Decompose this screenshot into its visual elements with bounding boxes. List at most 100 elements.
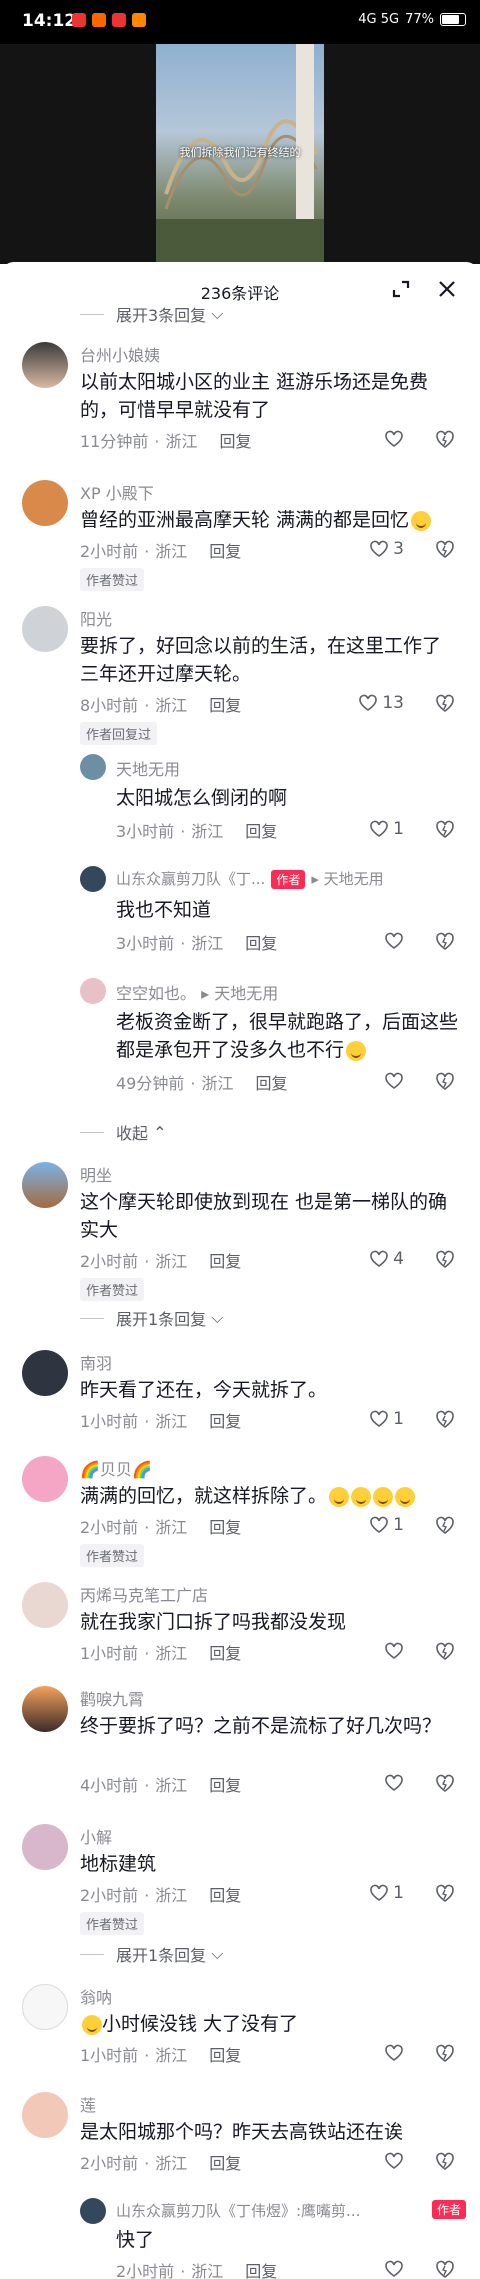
comment-username[interactable]: 阳光 (80, 606, 112, 630)
like-button[interactable] (340, 2258, 404, 2279)
reply-button[interactable]: 回复 (255, 1074, 287, 1093)
dislike-heart-icon[interactable] (434, 1772, 456, 1794)
video-player[interactable]: 我们拆除我们记有终结的 (0, 44, 480, 264)
like-button[interactable]: 1 (340, 1514, 404, 1536)
avatar[interactable] (22, 1824, 68, 1870)
like-button[interactable] (340, 428, 404, 450)
like-button[interactable] (340, 2042, 404, 2064)
dislike-heart-icon[interactable] (434, 692, 456, 714)
like-button[interactable]: 1 (340, 818, 404, 840)
reply-button[interactable]: 回复 (209, 1644, 241, 1663)
video-thumbnail[interactable]: 我们拆除我们记有终结的 (156, 44, 324, 264)
avatar[interactable] (22, 2092, 68, 2138)
dislike-heart-icon[interactable] (434, 1882, 456, 1904)
reply-item: 山东众赢剪刀队《丁... 作者 ▸ 天地无用 我也不知道 3小时前 · 浙江 回复 (0, 866, 480, 966)
reply-button[interactable]: 回复 (209, 1252, 241, 1271)
like-button[interactable] (340, 930, 404, 952)
like-button[interactable] (340, 1640, 404, 1662)
like-button[interactable]: 1 (340, 1882, 404, 1904)
avatar[interactable] (22, 342, 68, 388)
dislike-heart-icon[interactable] (434, 1070, 456, 1092)
dislike-heart-icon[interactable] (434, 818, 456, 840)
comment-username[interactable]: 丙烯马克笔工广店 (80, 1582, 208, 1606)
reply-button[interactable]: 回复 (209, 696, 241, 715)
comment-meta: 1小时前 · 浙江 回复 (80, 1644, 242, 1663)
expand-icon[interactable] (390, 278, 412, 300)
comment-username[interactable]: 鹳唳九霄 (80, 1686, 144, 1710)
app-notification-icon (72, 13, 86, 27)
laugh-emoji-icon (351, 1486, 372, 1507)
avatar[interactable] (22, 1582, 68, 1628)
expand-replies-button[interactable]: 展开3条回复 ⌵ (80, 302, 223, 326)
dislike-heart-icon[interactable] (434, 1514, 456, 1536)
like-count: 13 (382, 693, 404, 713)
dislike-heart-icon[interactable] (434, 2258, 456, 2279)
dislike-heart-icon[interactable] (434, 930, 456, 952)
avatar[interactable] (22, 606, 68, 652)
heart-icon (370, 540, 388, 557)
comment-meta: 8小时前 · 浙江 回复 (80, 696, 242, 715)
comment-username[interactable]: 🌈贝贝🌈 (80, 1456, 152, 1480)
avatar[interactable] (22, 1456, 68, 1502)
dislike-heart-icon[interactable] (434, 1248, 456, 1270)
reply-button[interactable]: 回复 (245, 822, 277, 841)
like-button[interactable]: 3 (340, 538, 404, 560)
app-notification-icon (92, 13, 106, 27)
reply-button[interactable]: 回复 (209, 1886, 241, 1905)
reply-button[interactable]: 回复 (209, 2154, 241, 2173)
reply-button[interactable]: 回复 (245, 934, 277, 953)
reply-button[interactable]: 回复 (209, 2046, 241, 2065)
dislike-heart-icon[interactable] (434, 2150, 456, 2172)
comment-username[interactable]: 小解 (80, 1824, 112, 1848)
avatar[interactable] (22, 1350, 68, 1396)
rainbow-icon: 🌈 (131, 1460, 152, 1479)
reply-button[interactable]: 回复 (209, 542, 241, 561)
reply-target-arrow-icon: ▸ (201, 984, 215, 1003)
avatar[interactable] (22, 1984, 68, 2030)
dislike-heart-icon[interactable] (434, 428, 456, 450)
dislike-heart-icon[interactable] (434, 2042, 456, 2064)
dislike-heart-icon[interactable] (434, 1640, 456, 1662)
like-button[interactable]: 1 (340, 1408, 404, 1430)
reply-username[interactable]: 山东众赢剪刀队《丁伟煜》:鹰嘴剪... 作者 (116, 2200, 467, 2221)
dislike-heart-icon[interactable] (434, 1408, 456, 1430)
comment-username[interactable]: 南羽 (80, 1350, 112, 1374)
like-button[interactable]: 4 (340, 1248, 404, 1270)
comment-meta: 2小时前 · 浙江 回复 (80, 1252, 242, 1271)
reply-username[interactable]: 空空如也。 ▸ 天地无用 (116, 980, 278, 1004)
expand-replies-button[interactable]: 展开1条回复 ⌵ (80, 1306, 223, 1330)
heart-icon (385, 1774, 403, 1791)
avatar[interactable] (80, 2198, 106, 2224)
collapse-replies-button[interactable]: 收起 ⌃ (80, 1120, 167, 1144)
comment-username[interactable]: XP 小殿下 (80, 480, 154, 504)
expand-replies-button[interactable]: 展开1条回复 ⌵ (80, 1942, 223, 1966)
comment-username[interactable]: 莲 (80, 2092, 96, 2116)
reply-username[interactable]: 天地无用 (116, 756, 180, 780)
comment-item: 鹳唳九霄 终于要拆了吗？之前不是流标了好几次吗？ 4小时前 · 浙江 回复 (0, 1686, 480, 1816)
comment-text: 就在我家门口拆了吗我都没发现 (80, 1611, 347, 1633)
reply-button[interactable]: 回复 (209, 1412, 241, 1431)
comment-username[interactable]: 台州小娘姨 (80, 342, 160, 366)
avatar[interactable] (80, 754, 106, 780)
like-button[interactable]: 13 (340, 692, 404, 714)
reply-button[interactable]: 回复 (219, 432, 251, 451)
like-button[interactable] (340, 2150, 404, 2172)
like-button[interactable] (340, 1772, 404, 1794)
comment-item: 🌈贝贝🌈 满满的回忆，就这样拆除了。 2小时前 · 浙江 回复 1 作者赞过 (0, 1456, 480, 1586)
comment-username[interactable]: 明坐 (80, 1162, 112, 1186)
reply-button[interactable]: 回复 (209, 1518, 241, 1537)
avatar[interactable] (80, 866, 106, 892)
avatar[interactable] (22, 1686, 68, 1732)
reply-text: 老板资金断了，很早就跑路了，后面这些都是承包开了没多久也不行 (116, 1011, 459, 1061)
comment-username[interactable]: 翁呐 (80, 1984, 112, 2008)
reply-button[interactable]: 回复 (209, 1776, 241, 1795)
like-button[interactable] (340, 1070, 404, 1092)
dislike-heart-icon[interactable] (434, 538, 456, 560)
reply-item: 空空如也。 ▸ 天地无用 老板资金断了，很早就跑路了，后面这些都是承包开了没多久… (0, 978, 480, 1118)
avatar[interactable] (80, 978, 106, 1004)
avatar[interactable] (22, 1162, 68, 1208)
close-icon[interactable] (436, 278, 458, 300)
reply-button[interactable]: 回复 (245, 2262, 277, 2279)
reply-username[interactable]: 山东众赢剪刀队《丁... 作者 ▸ 天地无用 (116, 868, 384, 889)
avatar[interactable] (22, 480, 68, 526)
